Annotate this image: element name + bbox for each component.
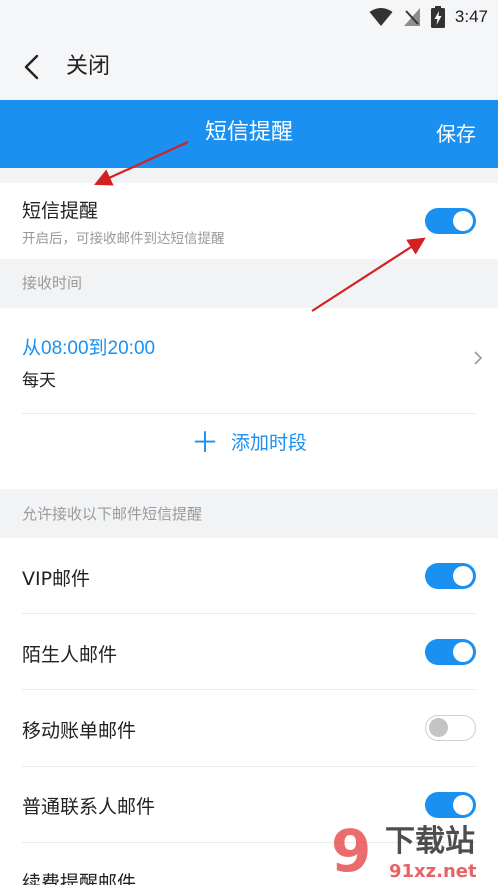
svg-text:91xz.net: 91xz.net	[389, 861, 477, 882]
sms-reminder-toggle[interactable]	[425, 208, 476, 234]
sms-reminder-subtitle: 开启后，可接收邮件到达短信提醒	[22, 231, 225, 247]
status-bar: 3:47	[0, 0, 498, 34]
toggle-knob	[429, 718, 448, 737]
battery-charging-icon	[430, 6, 445, 28]
sms-reminder-title: 短信提醒	[22, 200, 99, 222]
mail-type-label: VIP邮件	[22, 568, 91, 590]
title-bar: 短信提醒 保存	[0, 100, 498, 168]
add-time-slot-button[interactable]: ＋ 添加时段	[0, 428, 498, 458]
wifi-icon	[369, 8, 393, 26]
sms-reminder-card: 短信提醒 开启后，可接收邮件到达短信提醒	[0, 183, 498, 259]
top-bar: 关闭	[0, 34, 498, 100]
receive-time-section-label: 接收时间	[22, 274, 83, 292]
receive-time-card: 从08:00到20:00 每天 ＋ 添加时段	[0, 308, 498, 489]
divider	[22, 413, 476, 414]
mail-type-label: 陌生人邮件	[22, 644, 118, 666]
toggle-knob	[453, 566, 473, 586]
chevron-right-icon[interactable]	[472, 350, 484, 366]
page-title: 短信提醒	[204, 120, 293, 145]
mail-type-toggle-vip[interactable]	[425, 563, 476, 589]
mail-type-label: 普通联系人邮件	[22, 796, 156, 818]
status-time: 3:47	[454, 7, 488, 26]
add-time-slot-label: 添加时段	[231, 432, 308, 454]
svg-text:下载站: 下载站	[385, 824, 475, 859]
time-range[interactable]: 从08:00到20:00	[22, 333, 155, 360]
plus-icon: ＋	[190, 426, 219, 459]
svg-text:9: 9	[331, 817, 371, 883]
save-button[interactable]: 保存	[436, 120, 476, 148]
divider	[22, 766, 476, 767]
mail-type-label: 续费提醒邮件	[22, 872, 137, 885]
mail-type-toggle-contacts[interactable]	[425, 792, 476, 818]
no-signal-icon	[403, 8, 420, 26]
toggle-knob	[453, 642, 473, 662]
time-days: 每天	[22, 371, 56, 391]
site-watermark-logo: 9 下载站 91xz.net	[331, 817, 477, 883]
back-arrow-icon[interactable]	[18, 53, 46, 81]
mail-type-toggle-billing[interactable]	[425, 715, 476, 741]
toggle-knob	[453, 795, 473, 815]
divider	[22, 613, 476, 614]
mail-types-section-label: 允许接收以下邮件短信提醒	[22, 505, 203, 523]
close-button[interactable]: 关闭	[66, 53, 110, 81]
toggle-knob	[453, 211, 473, 231]
divider	[22, 689, 476, 690]
mail-type-toggle-stranger[interactable]	[425, 639, 476, 665]
mail-type-label: 移动账单邮件	[22, 720, 137, 742]
status-icons: 3:47	[369, 5, 488, 29]
